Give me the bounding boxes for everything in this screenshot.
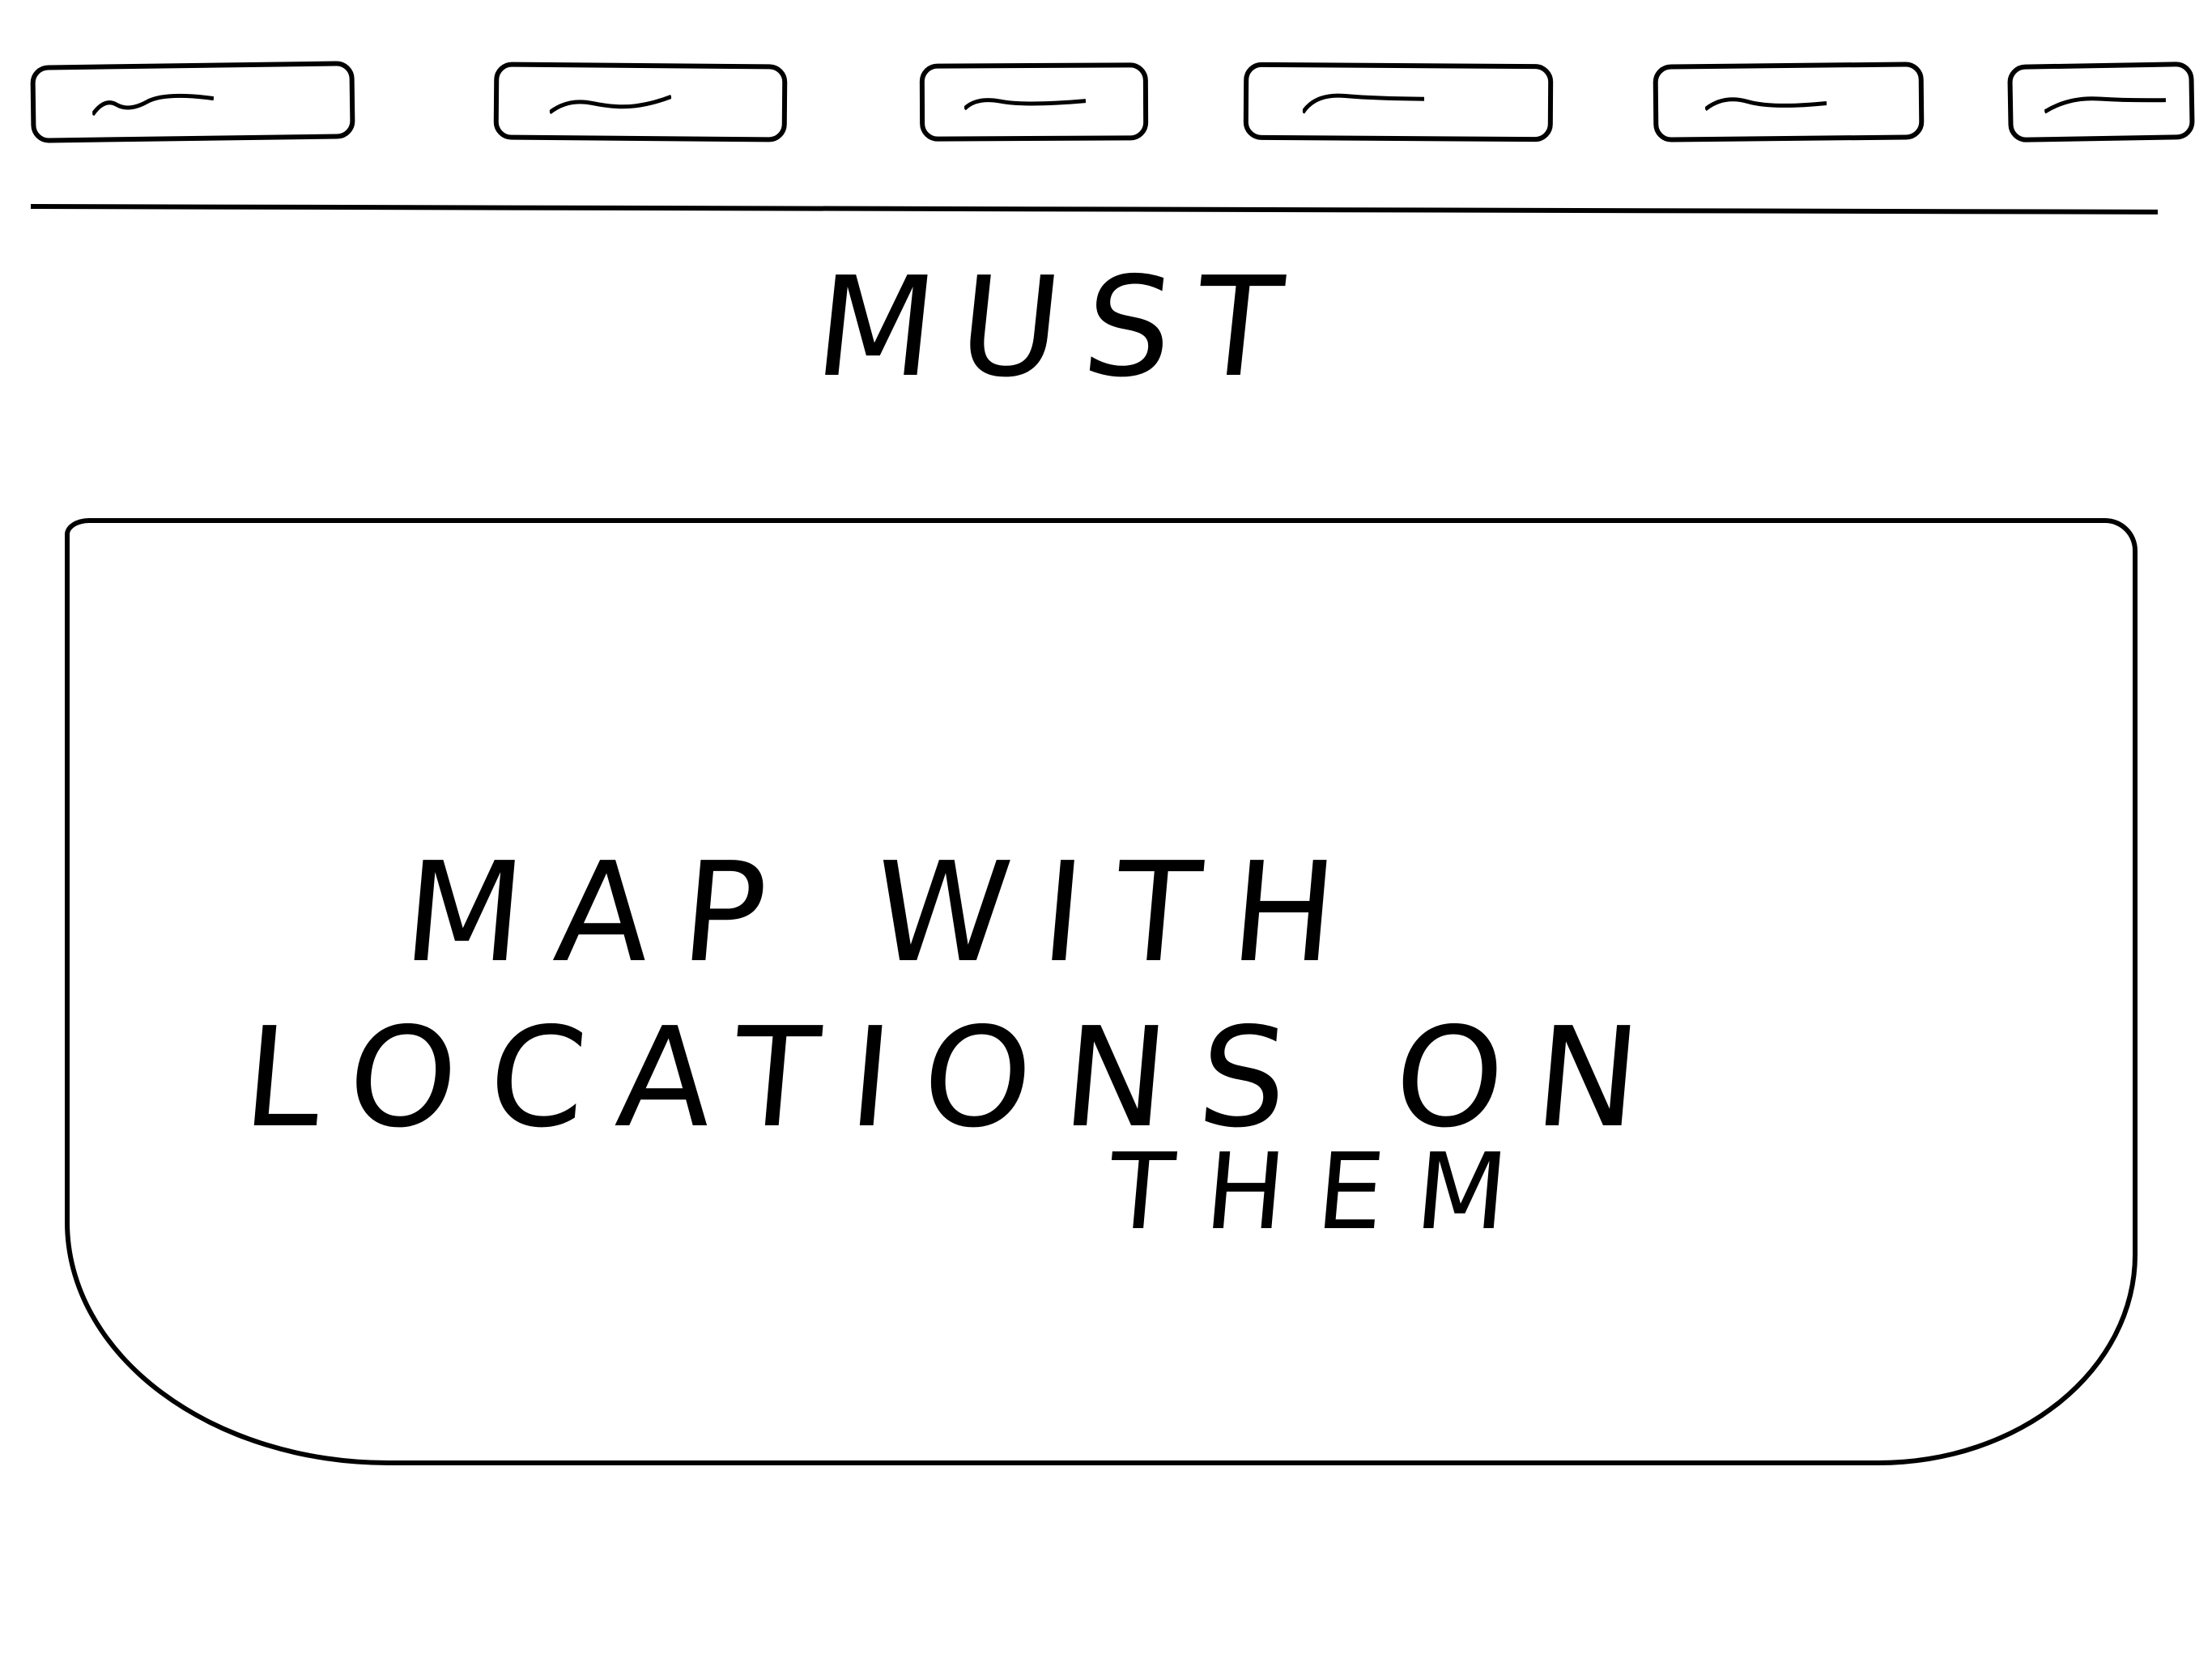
map-label-line-1: MAP WITH	[398, 833, 1376, 993]
tab-label-placeholder	[964, 91, 1086, 116]
tab-6[interactable]	[2007, 62, 2195, 142]
tab-5[interactable]	[1653, 62, 1925, 142]
header-divider	[30, 204, 2158, 215]
tab-label-placeholder	[550, 91, 671, 116]
map-label-line-3: THEM	[1104, 1130, 1546, 1253]
map-label: MAP WITH LOCATIONS ON THEM	[237, 831, 1950, 1255]
tab-1[interactable]	[30, 61, 355, 143]
page-title: MUST	[808, 248, 1313, 408]
tab-2[interactable]	[493, 62, 788, 142]
tab-4[interactable]	[1243, 62, 1554, 142]
tab-label-placeholder	[2044, 90, 2167, 117]
map-placeholder[interactable]: MAP WITH LOCATIONS ON THEM	[65, 518, 2138, 1465]
tab-label-placeholder	[1302, 91, 1423, 116]
tab-label-placeholder	[92, 91, 214, 117]
tab-3[interactable]	[919, 62, 1149, 142]
tab-label-placeholder	[1705, 91, 1827, 117]
